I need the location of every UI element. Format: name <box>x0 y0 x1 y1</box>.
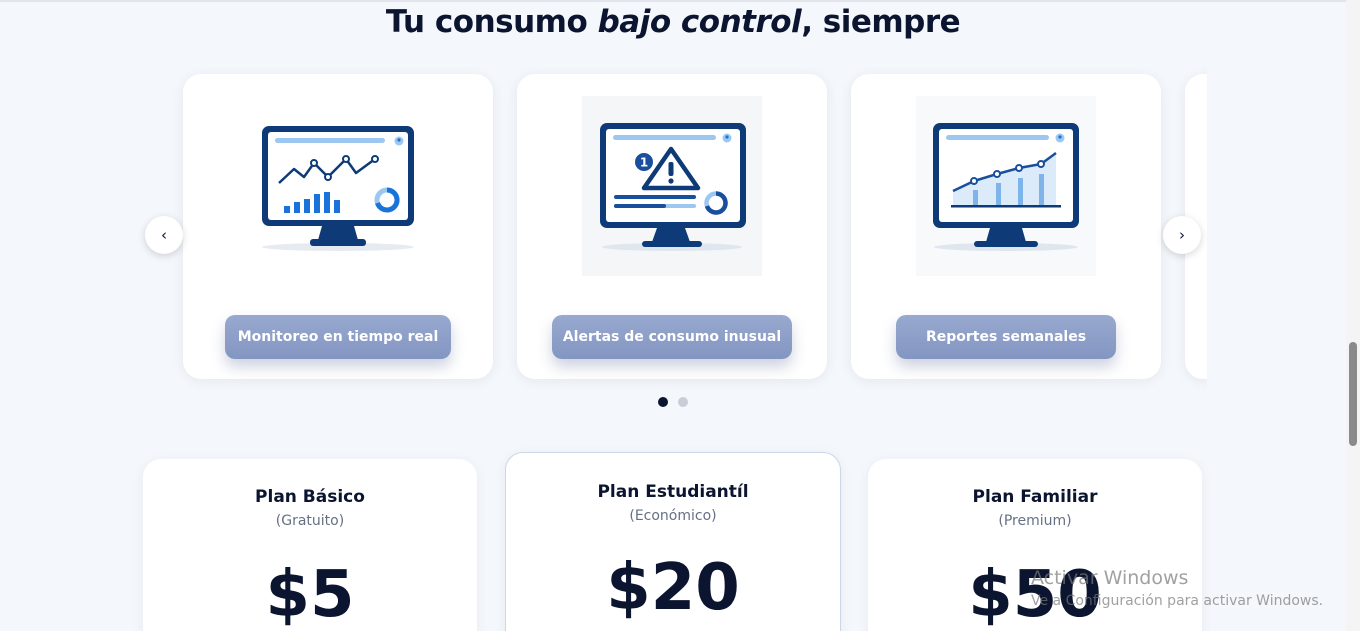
monitor-chart-icon <box>248 96 428 276</box>
feature-label-monitoring[interactable]: Monitoreo en tiempo real <box>225 315 451 359</box>
feature-card-reports[interactable]: Reportes semanales <box>851 74 1161 379</box>
plan-name: Plan Básico <box>255 487 365 507</box>
plan-tier: (Económico) <box>629 508 717 524</box>
scrollbar-track[interactable] <box>1346 0 1360 631</box>
svg-text:1: 1 <box>640 156 648 170</box>
section-title: Tu consumo bajo control, siempre <box>0 2 1346 42</box>
carousel-dot-2[interactable] <box>678 397 688 407</box>
plan-card-student[interactable]: Plan Estudiantíl (Económico) $20 <box>505 452 841 631</box>
section-title-part2: , siempre <box>801 4 961 40</box>
feature-card-monitoring[interactable]: Monitoreo en tiempo real <box>183 74 493 379</box>
feature-card-alerts[interactable]: 1 Alertas de consumo inusual <box>517 74 827 379</box>
chevron-right-icon: › <box>1179 226 1185 244</box>
plan-price: $5 <box>265 558 355 631</box>
plan-price: $50 <box>968 558 1102 631</box>
chevron-left-icon: ‹ <box>161 226 167 244</box>
feature-label-reports[interactable]: Reportes semanales <box>896 315 1116 359</box>
carousel-dot-1[interactable] <box>658 397 668 407</box>
carousel-next-button[interactable]: › <box>1163 216 1201 254</box>
monitor-alert-icon: 1 <box>582 96 762 276</box>
section-title-part1: Tu consumo <box>385 4 598 40</box>
section-title-emphasis: bajo control <box>597 4 802 40</box>
plan-name: Plan Estudiantíl <box>597 482 749 502</box>
plan-card-family[interactable]: Plan Familiar (Premium) $50 <box>868 459 1202 631</box>
plan-price: $20 <box>606 551 740 625</box>
carousel-prev-button[interactable]: ‹ <box>145 216 183 254</box>
plan-card-basic[interactable]: Plan Básico (Gratuito) $5 <box>143 459 477 631</box>
feature-label-alerts[interactable]: Alertas de consumo inusual <box>552 315 792 359</box>
plan-tier: (Premium) <box>998 513 1072 529</box>
plan-name: Plan Familiar <box>972 487 1098 507</box>
feature-carousel: Monitoreo en tiempo real 1 Alertas de co… <box>172 62 1207 392</box>
monitor-report-icon <box>916 96 1096 276</box>
scrollbar-thumb[interactable] <box>1349 342 1357 446</box>
page: Tu consumo bajo control, siempre Monitor… <box>0 0 1360 631</box>
plan-tier: (Gratuito) <box>275 513 345 529</box>
